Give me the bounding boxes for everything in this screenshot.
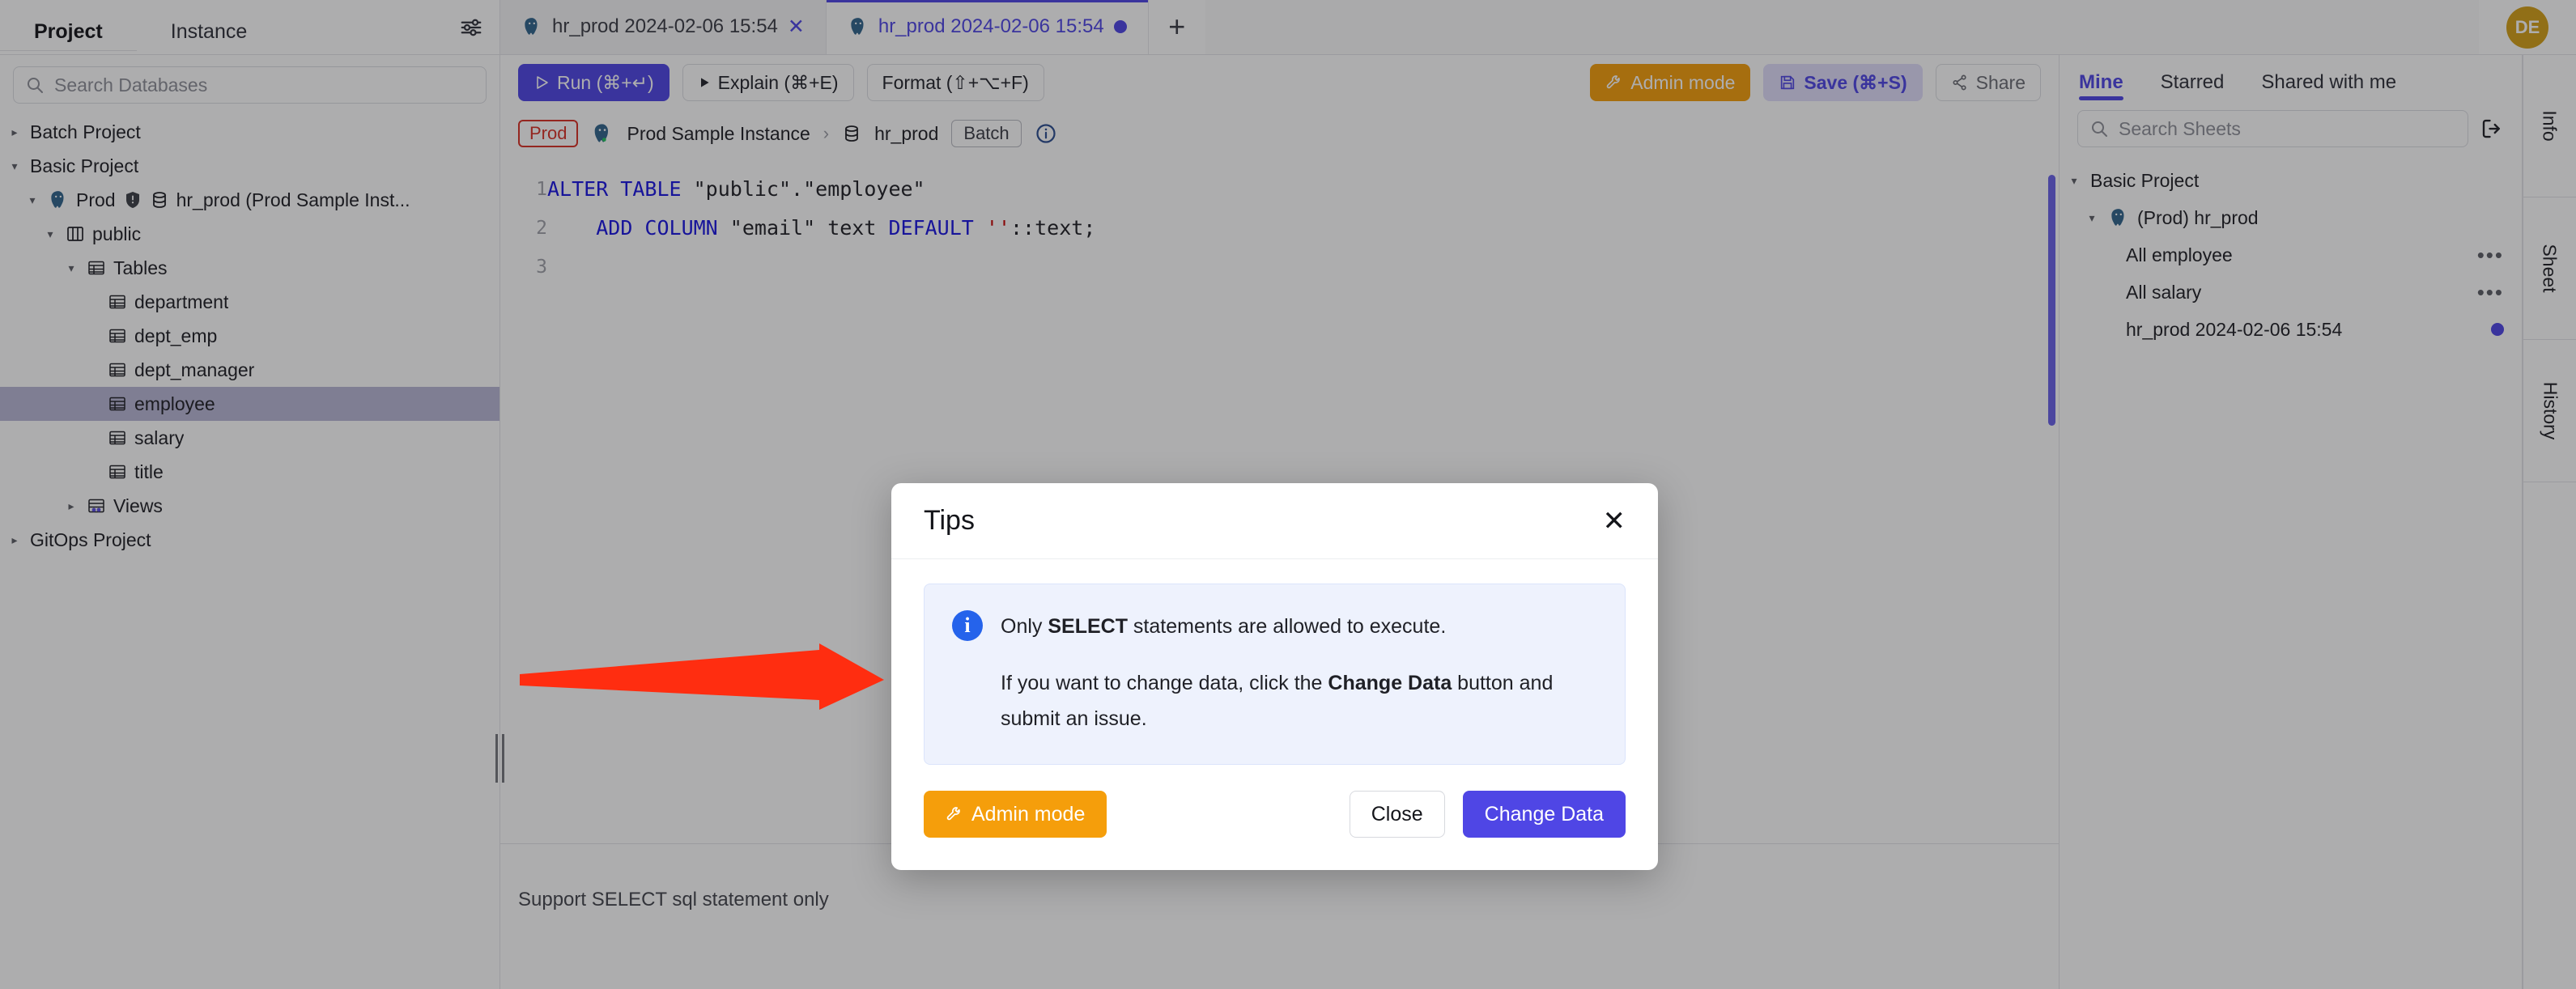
dialog-close-button[interactable]: Close <box>1350 791 1445 838</box>
dialog-admin-mode-button[interactable]: Admin mode <box>924 791 1107 838</box>
close-icon[interactable]: ✕ <box>1603 507 1626 535</box>
tips-dialog: Tips ✕ i Only SELECT statements are allo… <box>891 483 1658 870</box>
tips-notice-line-2: If you want to change data, click the Ch… <box>1001 665 1597 736</box>
tips-dialog-body: i Only SELECT statements are allowed to … <box>891 559 1658 765</box>
tips-notice-line-1: Only SELECT statements are allowed to ex… <box>1001 609 1597 644</box>
tips-line2-strong: Change Data <box>1328 672 1452 694</box>
tips-dialog-footer: Admin mode Close Change Data <box>891 765 1658 870</box>
tips-line1-pre: Only <box>1001 615 1048 638</box>
dialog-change-data-label: Change Data <box>1485 803 1604 826</box>
tips-dialog-title: Tips <box>924 505 975 537</box>
tips-notice-text: Only SELECT statements are allowed to ex… <box>1001 609 1597 736</box>
tips-line1-strong: SELECT <box>1048 615 1128 638</box>
wrench-icon <box>946 805 963 823</box>
dialog-admin-mode-label: Admin mode <box>971 803 1085 826</box>
dialog-change-data-button[interactable]: Change Data <box>1463 791 1626 838</box>
tips-notice: i Only SELECT statements are allowed to … <box>924 584 1626 765</box>
info-icon: i <box>952 610 983 641</box>
tips-dialog-header: Tips ✕ <box>891 483 1658 559</box>
tips-line1-post: statements are allowed to execute. <box>1128 615 1446 638</box>
tips-line2-pre: If you want to change data, click the <box>1001 672 1328 694</box>
dialog-close-label: Close <box>1371 803 1423 826</box>
